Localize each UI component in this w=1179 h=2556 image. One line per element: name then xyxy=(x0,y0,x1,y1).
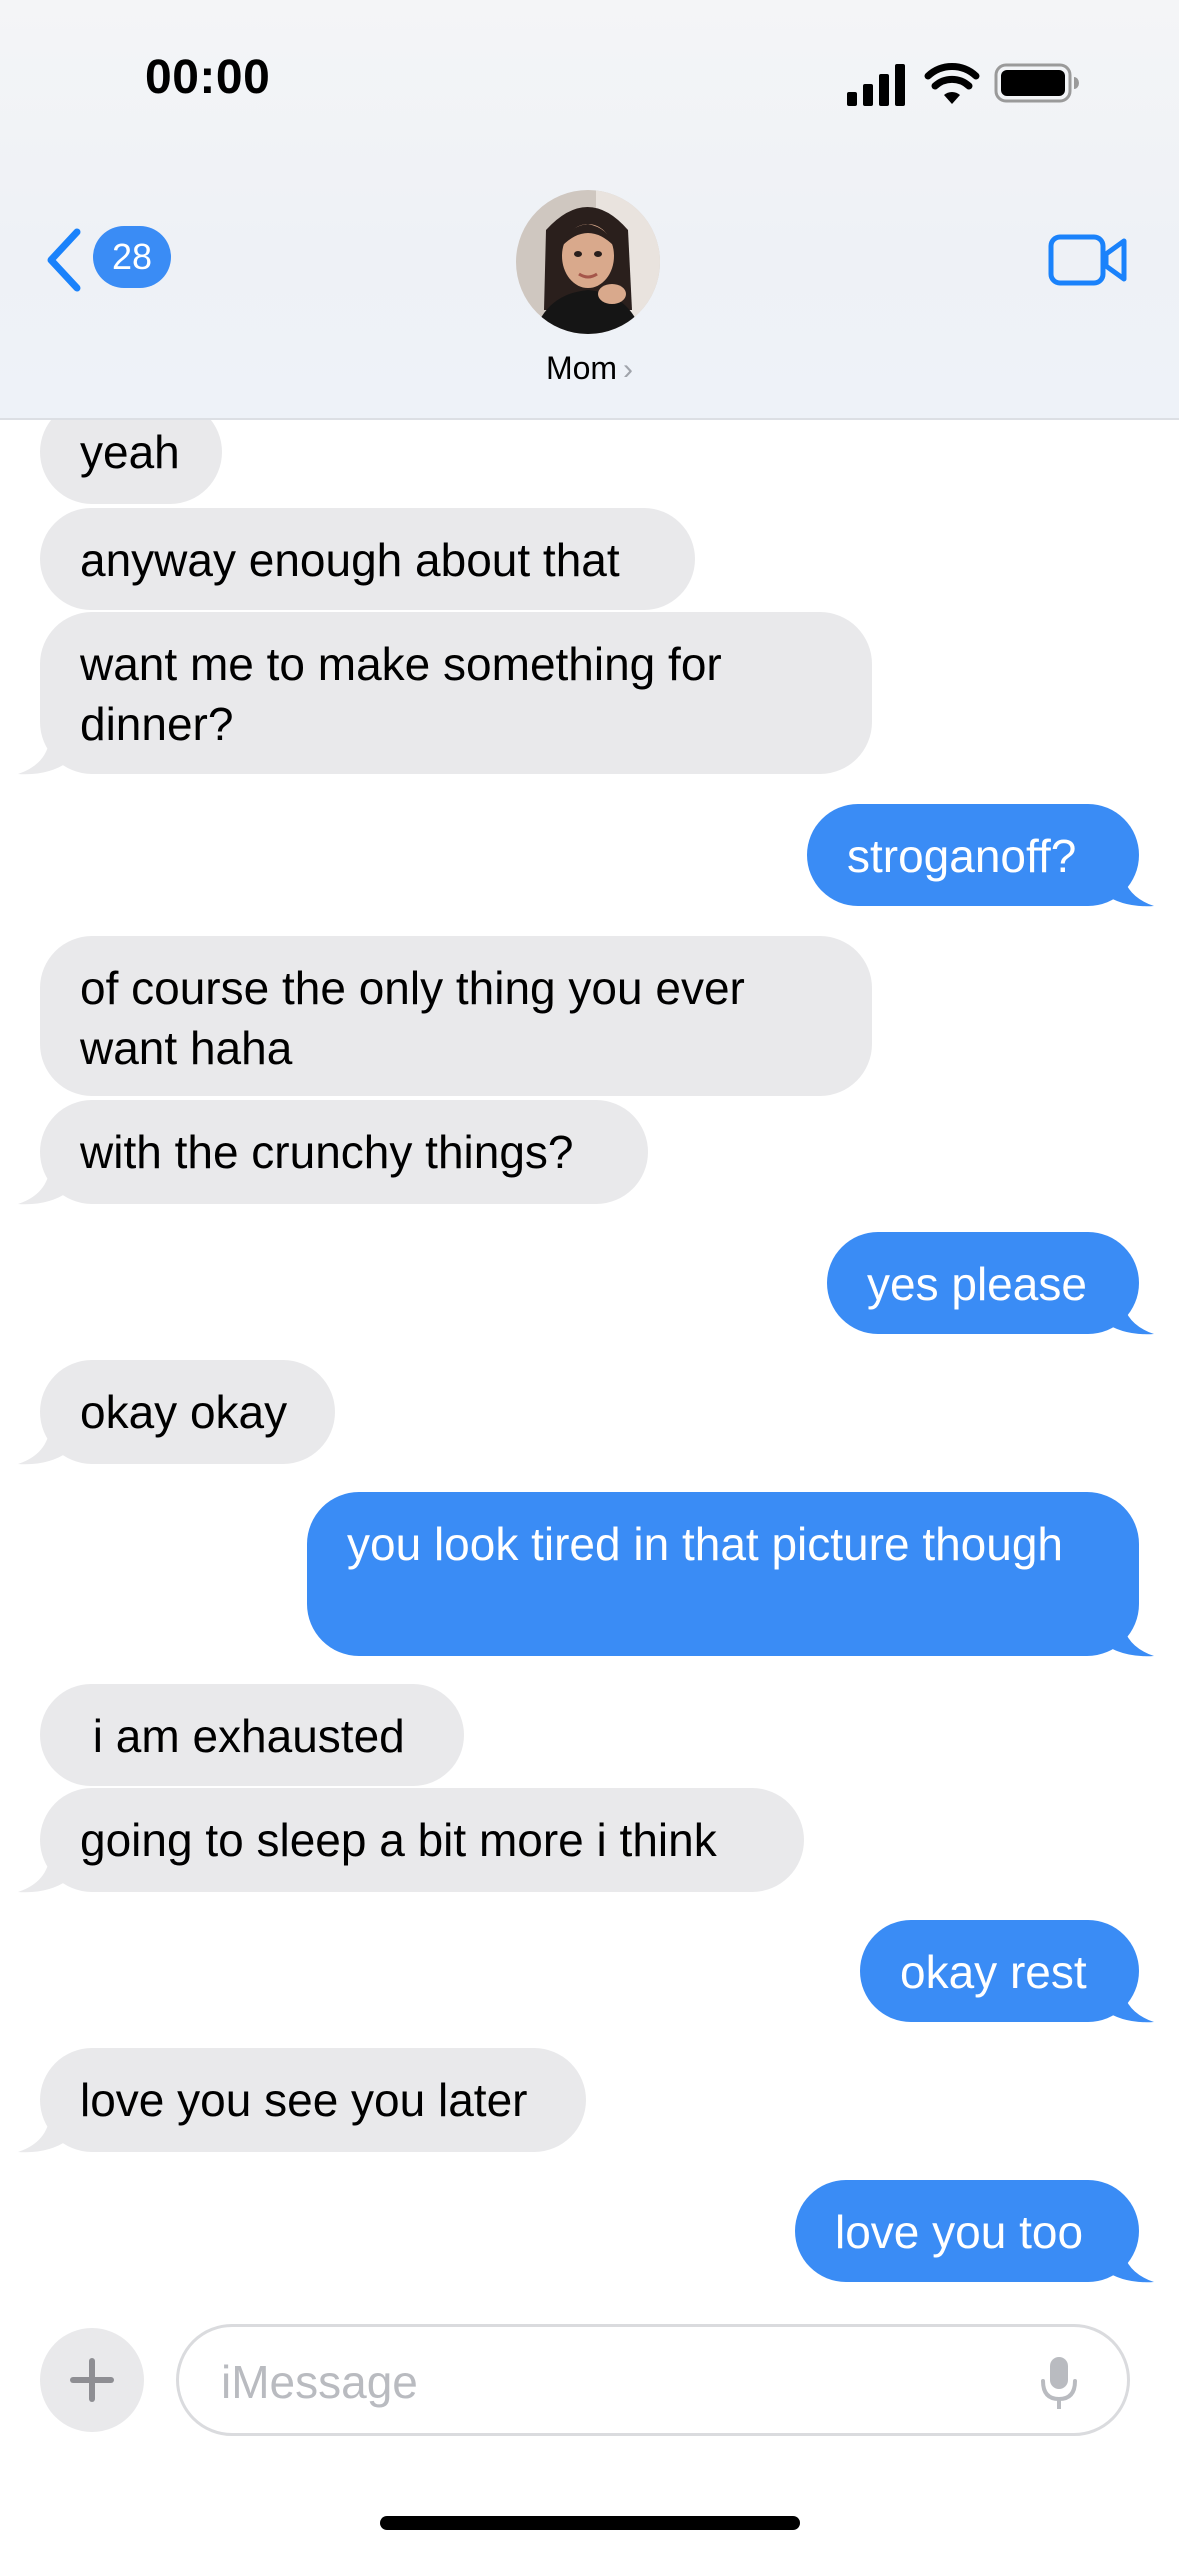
messages-screen: 00:00 28 Mom › yeah anyway enough about … xyxy=(0,0,1179,2556)
bubble-tail xyxy=(18,1166,68,1205)
status-time: 00:00 xyxy=(145,51,271,104)
message-bubble-received[interactable]: anyway enough about that xyxy=(40,508,695,610)
message-input-field[interactable] xyxy=(176,2324,1130,2436)
message-bubble-sent[interactable]: yes please xyxy=(827,1232,1139,1334)
bubble-tail xyxy=(1104,2244,1154,2283)
unread-count-badge: 28 xyxy=(93,226,171,288)
message-bubble-sent[interactable]: okay rest xyxy=(860,1920,1139,2022)
microphone-icon[interactable] xyxy=(1039,2355,1079,2411)
battery-icon xyxy=(994,63,1079,103)
message-bubble-received[interactable]: i am exhausted xyxy=(40,1684,464,1786)
message-bubble-sent[interactable]: you look tired in that picture though xyxy=(307,1492,1139,1656)
bubble-tail xyxy=(1104,1984,1154,2023)
chevron-right-icon: › xyxy=(623,353,634,386)
message-bubble-received[interactable]: okay okay xyxy=(40,1360,335,1464)
message-bubble-received[interactable]: want me to make something for dinner? xyxy=(40,612,872,774)
avatar-photo xyxy=(516,190,660,334)
bubble-tail xyxy=(18,1426,68,1465)
message-bubble-received[interactable]: love you see you later xyxy=(40,2048,586,2152)
message-bubble-received[interactable]: going to sleep a bit more i think xyxy=(40,1788,804,1892)
bubble-tail xyxy=(18,2114,68,2153)
bubble-tail xyxy=(1104,1618,1154,1657)
contact-avatar[interactable] xyxy=(516,190,660,334)
plus-icon[interactable] xyxy=(40,2328,144,2432)
bubble-tail xyxy=(18,1854,68,1893)
chevron-left-icon xyxy=(47,228,81,292)
wifi-icon xyxy=(924,63,980,104)
contact-name-label: Mom xyxy=(545,350,618,386)
message-bubble-sent[interactable]: love you too xyxy=(795,2180,1139,2282)
contact-name[interactable]: Mom › xyxy=(0,350,1179,387)
message-input[interactable] xyxy=(219,2347,1003,2417)
home-indicator xyxy=(380,2516,800,2530)
message-bubble-received[interactable]: of course the only thing you ever want h… xyxy=(40,936,872,1096)
message-bubble-received[interactable]: with the crunchy things? xyxy=(40,1100,648,1204)
bubble-tail xyxy=(18,736,68,775)
conversation-header: 00:00 28 Mom › xyxy=(0,0,1179,420)
back-button[interactable]: 28 xyxy=(45,220,175,300)
bubble-tail xyxy=(1104,868,1154,907)
status-icons xyxy=(847,63,1079,106)
bubble-tail xyxy=(1104,1296,1154,1335)
message-bubble-sent[interactable]: stroganoff? xyxy=(807,804,1139,906)
video-camera-icon[interactable] xyxy=(1048,232,1128,288)
cellular-signal-icon xyxy=(847,64,905,106)
